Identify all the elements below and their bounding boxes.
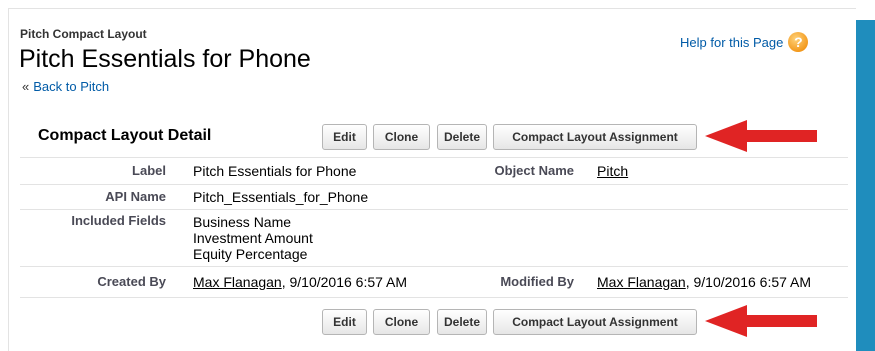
modified-by-user-link[interactable]: Max Flanagan — [597, 274, 686, 290]
included-field-item: Equity Percentage — [193, 246, 308, 262]
delete-button-top[interactable]: Delete — [437, 124, 487, 150]
divider — [20, 209, 848, 210]
red-arrow-icon — [705, 120, 817, 152]
help-icon: ? — [788, 32, 809, 52]
help-link-label: Help for this Page — [680, 34, 784, 50]
object-type-label: Pitch Compact Layout — [20, 27, 147, 41]
edit-button-top[interactable]: Edit — [322, 124, 367, 150]
clone-button-top[interactable]: Clone — [373, 124, 430, 150]
divider — [20, 184, 848, 185]
modified-by-date: , 9/10/2016 6:57 AM — [685, 274, 812, 290]
scroll-side-bar — [856, 20, 875, 351]
object-name-link[interactable]: Pitch — [597, 163, 628, 179]
created-by-label: Created By — [97, 274, 166, 289]
delete-button-bottom[interactable]: Delete — [437, 309, 487, 335]
object-name-label: Object Name — [494, 163, 574, 178]
included-field-item: Investment Amount — [193, 230, 313, 246]
created-by-date: , 9/10/2016 6:57 AM — [281, 274, 408, 290]
edit-button-bottom[interactable]: Edit — [322, 309, 367, 335]
divider — [20, 157, 848, 158]
created-by-user-link[interactable]: Max Flanagan — [193, 274, 282, 290]
clone-button-bottom[interactable]: Clone — [373, 309, 430, 335]
modified-by-label: Modified By — [500, 274, 574, 289]
back-to-pitch-link[interactable]: «Back to Pitch — [22, 79, 109, 94]
label-field-label: Label — [132, 163, 166, 178]
double-chevron-left-icon: « — [22, 79, 30, 94]
section-title: Compact Layout Detail — [38, 127, 212, 144]
included-fields-label: Included Fields — [71, 213, 166, 228]
compact-layout-assignment-button-bottom[interactable]: Compact Layout Assignment — [493, 309, 697, 335]
label-field-value: Pitch Essentials for Phone — [193, 163, 357, 179]
included-field-item: Business Name — [193, 214, 292, 230]
api-name-value: Pitch_Essentials_for_Phone — [193, 189, 369, 205]
help-for-page-link[interactable]: Help for this Page ? — [680, 32, 809, 52]
created-by-value: Max Flanagan, 9/10/2016 6:57 AM — [193, 274, 407, 290]
compact-layout-assignment-button-top[interactable]: Compact Layout Assignment — [493, 124, 697, 150]
modified-by-value: Max Flanagan, 9/10/2016 6:57 AM — [597, 274, 811, 290]
api-name-label: API Name — [105, 189, 166, 204]
divider — [20, 297, 848, 298]
page-title: Pitch Essentials for Phone — [19, 45, 311, 73]
divider — [20, 266, 848, 267]
back-link-label: Back to Pitch — [33, 79, 110, 94]
red-arrow-icon — [705, 305, 817, 337]
